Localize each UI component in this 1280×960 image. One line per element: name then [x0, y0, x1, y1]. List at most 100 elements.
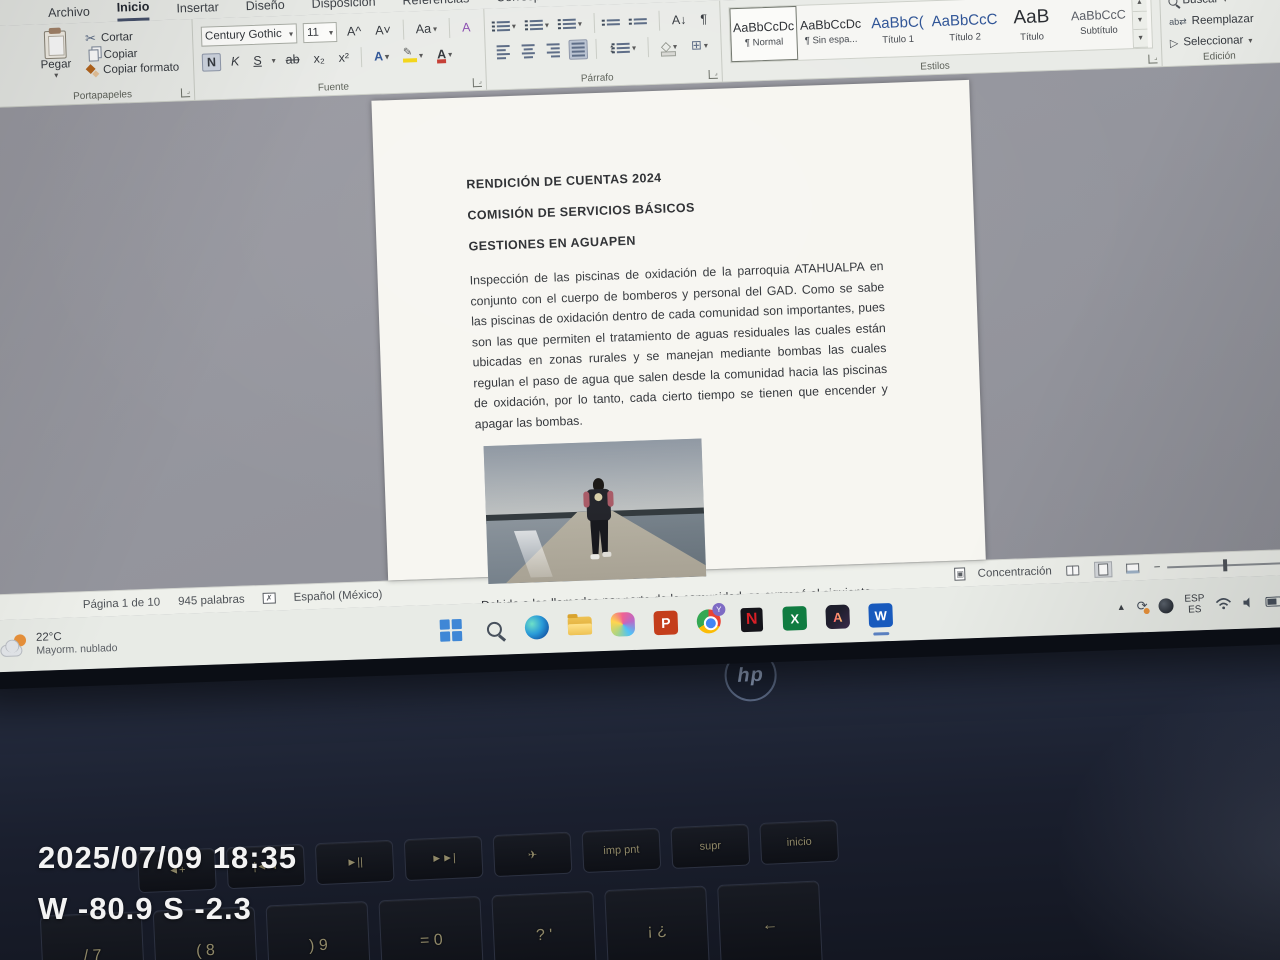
taskbar-excel[interactable]: X	[781, 605, 808, 632]
key-airplane: ✈	[493, 832, 573, 877]
chevron-down-icon[interactable]: ▾	[272, 56, 276, 65]
paste-button[interactable]: Pegar ▾	[31, 28, 81, 81]
style-sample: AaBbC(	[871, 13, 924, 32]
grow-font-button[interactable]: A^	[343, 23, 366, 40]
proofing-icon[interactable]: ✗	[262, 592, 275, 603]
zoom-slider[interactable]	[1167, 561, 1280, 567]
battery-icon[interactable]	[1265, 596, 1280, 607]
find-button[interactable]: Buscar ▾	[1168, 0, 1280, 10]
numbering-button[interactable]: ▾	[526, 18, 553, 31]
weather-widget[interactable]: 22°C Mayorm. nublado	[0, 629, 118, 659]
scroll-up-icon[interactable]: ▲	[1132, 0, 1147, 12]
document-canvas[interactable]: RENDICIÓN DE CUENTAS 2024 COMISIÓN DE SE…	[0, 61, 1280, 594]
key-delete: supr	[670, 824, 750, 869]
borders-button[interactable]: ⊞▾	[687, 36, 713, 55]
clear-formatting-button[interactable]: A	[458, 19, 475, 36]
tab-inicio[interactable]: Inicio	[116, 0, 149, 22]
style-normal[interactable]: AaBbCcDc ¶ Normal	[729, 6, 798, 62]
highlight-button[interactable]: ▾	[399, 47, 428, 63]
read-mode-button[interactable]	[1063, 562, 1082, 579]
overlay-datetime: 2025/07/09 18:35	[38, 840, 297, 876]
language-indicator[interactable]: Español (México)	[293, 588, 382, 603]
style-sample: AaBbCcC	[1071, 7, 1126, 23]
taskbar-powerpoint[interactable]: P	[652, 609, 679, 636]
bullets-button[interactable]: ▾	[493, 20, 520, 33]
bold-button[interactable]: N	[202, 53, 222, 72]
dialog-launcher-icon[interactable]: ⌟	[1148, 54, 1157, 63]
taskbar-file-explorer[interactable]	[566, 612, 593, 639]
styles-gallery-scrollbar[interactable]: ▲ ▼ ▼	[1131, 0, 1148, 48]
format-painter-button[interactable]: Copiar formato	[86, 61, 179, 76]
hidden-icons-chevron[interactable]: ▲	[1117, 602, 1126, 612]
line-spacing-button[interactable]: ↕▾	[604, 39, 640, 56]
taskbar-search-button[interactable]	[480, 615, 507, 642]
style-subtitle[interactable]: AaBbCcC Subtítulo	[1064, 0, 1133, 51]
subscript-button[interactable]: x₂	[309, 50, 329, 67]
tab-diseno[interactable]: Diseño	[246, 0, 286, 17]
strikethrough-button[interactable]: ab	[281, 51, 303, 68]
tab-archivo[interactable]: Archivo	[48, 5, 90, 24]
font-color-button[interactable]: A▾	[433, 46, 457, 63]
group-paragraph: ▾ ▾ ▾ A↓ ¶ ↕▾	[484, 1, 723, 90]
zoom-out-button[interactable]: −	[1153, 561, 1160, 573]
taskbar-edge[interactable]	[523, 614, 550, 641]
style-sample: AaBbCcC	[931, 10, 997, 29]
style-title[interactable]: AaB Título	[997, 0, 1066, 53]
adobe-letter: A	[833, 609, 843, 624]
zoom-slider-knob[interactable]	[1223, 559, 1227, 571]
print-layout-button[interactable]	[1093, 561, 1112, 578]
superscript-button[interactable]: x²	[334, 49, 353, 66]
chevron-down-icon: ▾	[54, 71, 58, 80]
gallery-expand-icon[interactable]: ▼	[1133, 30, 1148, 48]
start-button[interactable]	[438, 617, 465, 644]
replace-button[interactable]: ab⇄ Reemplazar	[1169, 9, 1280, 31]
align-left-button[interactable]	[493, 42, 513, 63]
style-heading2[interactable]: AaBbCcC Título 2	[930, 0, 999, 55]
text-effects-button[interactable]: A▾	[370, 48, 394, 65]
change-case-button[interactable]: Aa▾	[412, 20, 442, 37]
focus-mode-label[interactable]: Concentración	[977, 565, 1052, 580]
speaker-icon[interactable]	[1242, 596, 1254, 608]
doc-inline-photo[interactable]	[484, 438, 707, 584]
language-tray[interactable]: ESP ES	[1184, 593, 1205, 616]
chevron-down-icon: ▾	[419, 50, 423, 59]
cut-button[interactable]: ✂ Cortar	[85, 27, 179, 46]
document-page[interactable]: RENDICIÓN DE CUENTAS 2024 COMISIÓN DE SE…	[371, 80, 985, 581]
onedrive-icon[interactable]	[1158, 598, 1174, 614]
wifi-icon[interactable]	[1215, 597, 1231, 610]
shrink-font-button[interactable]: A˅	[371, 22, 395, 39]
sync-icon[interactable]: ⟳	[1136, 598, 1147, 614]
italic-button[interactable]: K	[227, 53, 244, 70]
shading-button[interactable]: ◇▾	[657, 37, 682, 56]
align-center-button[interactable]	[518, 41, 538, 62]
taskbar-copilot[interactable]	[609, 611, 636, 638]
scroll-down-icon[interactable]: ▼	[1133, 12, 1148, 30]
word-count[interactable]: 945 palabras	[178, 593, 245, 607]
align-right-button[interactable]	[543, 40, 563, 61]
justify-button[interactable]	[568, 39, 588, 60]
taskbar-adobe[interactable]: A	[824, 603, 851, 630]
sort-button[interactable]: A↓	[668, 12, 691, 29]
copy-icon	[88, 49, 98, 61]
show-marks-button[interactable]: ¶	[696, 11, 711, 28]
increase-indent-button[interactable]	[630, 17, 651, 26]
multilevel-list-button[interactable]: ▾	[559, 17, 586, 30]
focus-mode-icon[interactable]: ▣	[954, 567, 965, 580]
dialog-launcher-icon[interactable]: ⌟	[473, 78, 482, 87]
taskbar-word[interactable]: W	[867, 602, 894, 629]
group-font: Century Gothic ▾ 11 ▾ A^ A˅ Aa▾ A N	[192, 9, 487, 100]
dialog-launcher-icon[interactable]: ⌟	[709, 70, 718, 79]
underline-button[interactable]: S	[249, 52, 266, 69]
page-indicator[interactable]: Página 1 de 10	[83, 596, 161, 611]
web-layout-button[interactable]	[1123, 560, 1142, 577]
taskbar-chrome[interactable]: Y	[695, 608, 722, 635]
copy-button[interactable]: Copiar	[85, 46, 178, 61]
style-heading1[interactable]: AaBbC( Título 1	[863, 1, 932, 57]
font-name-select[interactable]: Century Gothic ▾	[201, 23, 298, 46]
font-size-select[interactable]: 11 ▾	[303, 22, 338, 43]
taskbar-netflix[interactable]: N	[738, 606, 765, 633]
style-no-spacing[interactable]: AaBbCcDc ¶ Sin espa...	[796, 4, 865, 60]
decrease-indent-button[interactable]	[603, 18, 624, 27]
dialog-launcher-icon[interactable]: ⌟	[181, 88, 190, 97]
tab-insertar[interactable]: Insertar	[176, 0, 219, 19]
